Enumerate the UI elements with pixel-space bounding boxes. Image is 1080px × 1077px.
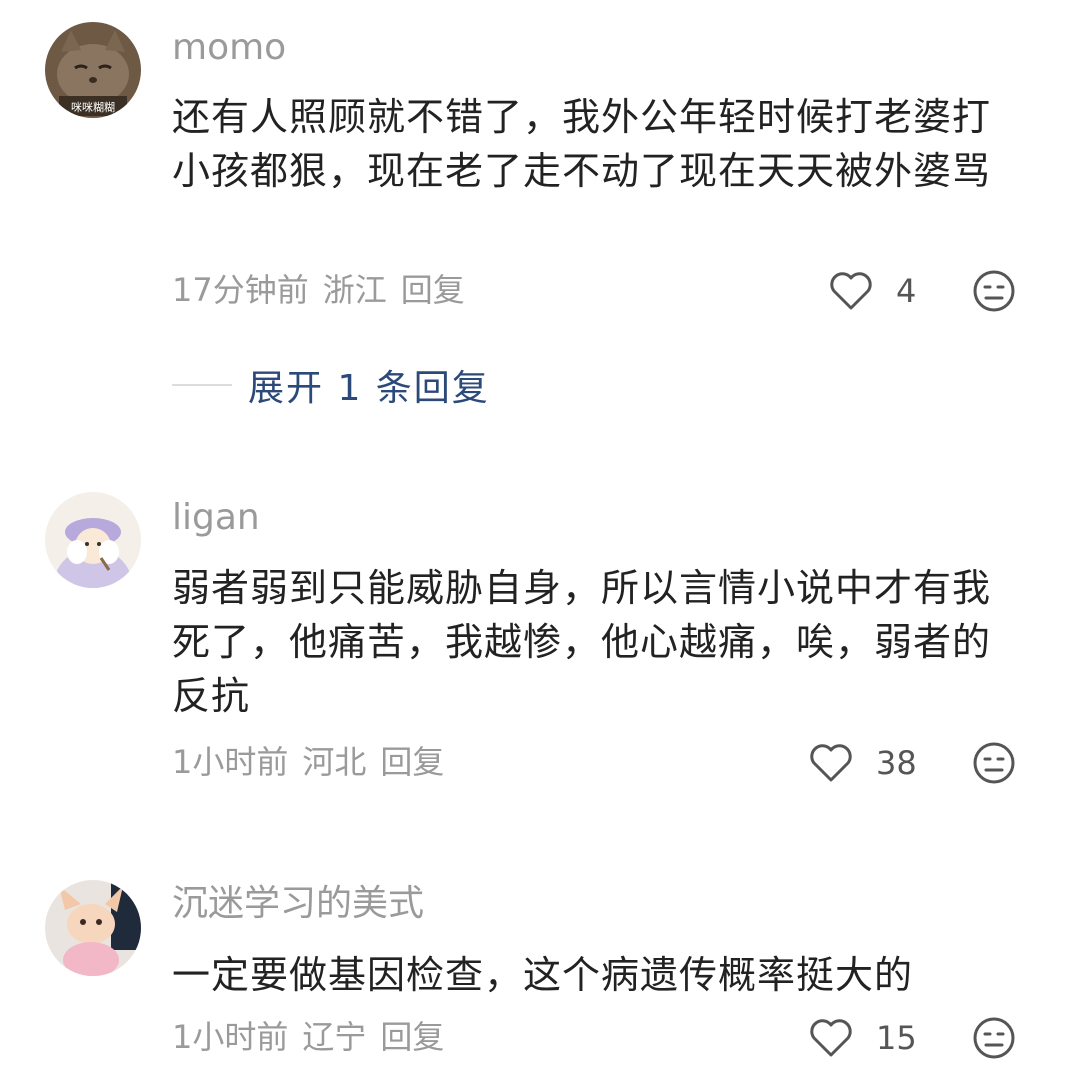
reply-button[interactable]: 回复 — [380, 1018, 444, 1056]
comment-meta: 17分钟前 浙江 回复 — [172, 270, 479, 310]
like-count: 4 — [896, 272, 917, 310]
comment-time: 1小时前 — [172, 743, 289, 781]
like-button[interactable]: 4 — [828, 269, 948, 313]
comment-location: 辽宁 — [302, 1018, 367, 1056]
username[interactable]: 沉迷学习的美式 — [172, 882, 424, 926]
comment-meta: 1小时前 辽宁 回复 — [172, 1017, 458, 1057]
expand-replies-label: 展开 1 条回复 — [248, 368, 490, 409]
meh-face-icon — [973, 1017, 1015, 1059]
plush-fox-avatar-image — [45, 880, 141, 976]
comment-item: 咪咪糊糊 momo 还有人照顾就不错了，我外公年轻时候打老婆打小孩都狠，现在老了… — [0, 0, 1080, 420]
comment-time: 17分钟前 — [172, 271, 309, 309]
old-man-avatar-image — [45, 492, 141, 588]
like-count: 15 — [876, 1019, 917, 1057]
heart-outline-icon — [830, 272, 872, 310]
meh-face-icon — [973, 742, 1015, 784]
comment-location: 河北 — [302, 743, 367, 781]
like-button[interactable]: 38 — [808, 741, 928, 785]
heart-outline-icon — [810, 1019, 852, 1057]
expand-replies-button[interactable]: 展开 1 条回复 — [172, 360, 490, 410]
username[interactable]: momo — [172, 26, 286, 70]
like-button[interactable]: 15 — [808, 1016, 928, 1060]
username[interactable]: ligan — [172, 496, 260, 540]
avatar[interactable]: 咪咪糊糊 — [45, 22, 141, 118]
cat-avatar-image: 咪咪糊糊 — [45, 22, 141, 118]
comment-time: 1小时前 — [172, 1018, 289, 1056]
comment-text: 还有人照顾就不错了，我外公年轻时候打老婆打小孩都狠，现在老了走不动了现在天天被外… — [172, 95, 992, 193]
comment-item: ligan 弱者弱到只能威胁自身，所以言情小说中才有我死了，他痛苦，我越惨，他心… — [0, 470, 1080, 820]
dislike-button[interactable] — [972, 741, 1016, 785]
comment-item: 沉迷学习的美式 一定要做基因检查，这个病遗传概率挺大的 1小时前 辽宁 回复 15 — [0, 860, 1080, 1077]
avatar[interactable] — [45, 880, 141, 976]
reply-button[interactable]: 回复 — [380, 743, 444, 781]
dislike-button[interactable] — [972, 1016, 1016, 1060]
avatar-caption: 咪咪糊糊 — [71, 100, 115, 114]
comment-meta: 1小时前 河北 回复 — [172, 742, 458, 782]
divider-line — [172, 384, 232, 386]
comment-location: 浙江 — [322, 271, 387, 309]
reply-button[interactable]: 回复 — [401, 271, 465, 309]
like-count: 38 — [876, 744, 917, 782]
dislike-button[interactable] — [972, 269, 1016, 313]
meh-face-icon — [973, 270, 1015, 312]
comment-text: 弱者弱到只能威胁自身，所以言情小说中才有我死了，他痛苦，我越惨，他心越痛，唉，弱… — [172, 566, 992, 718]
avatar[interactable] — [45, 492, 141, 588]
heart-outline-icon — [810, 744, 852, 782]
comment-text: 一定要做基因检查，这个病遗传概率挺大的 — [172, 953, 914, 997]
